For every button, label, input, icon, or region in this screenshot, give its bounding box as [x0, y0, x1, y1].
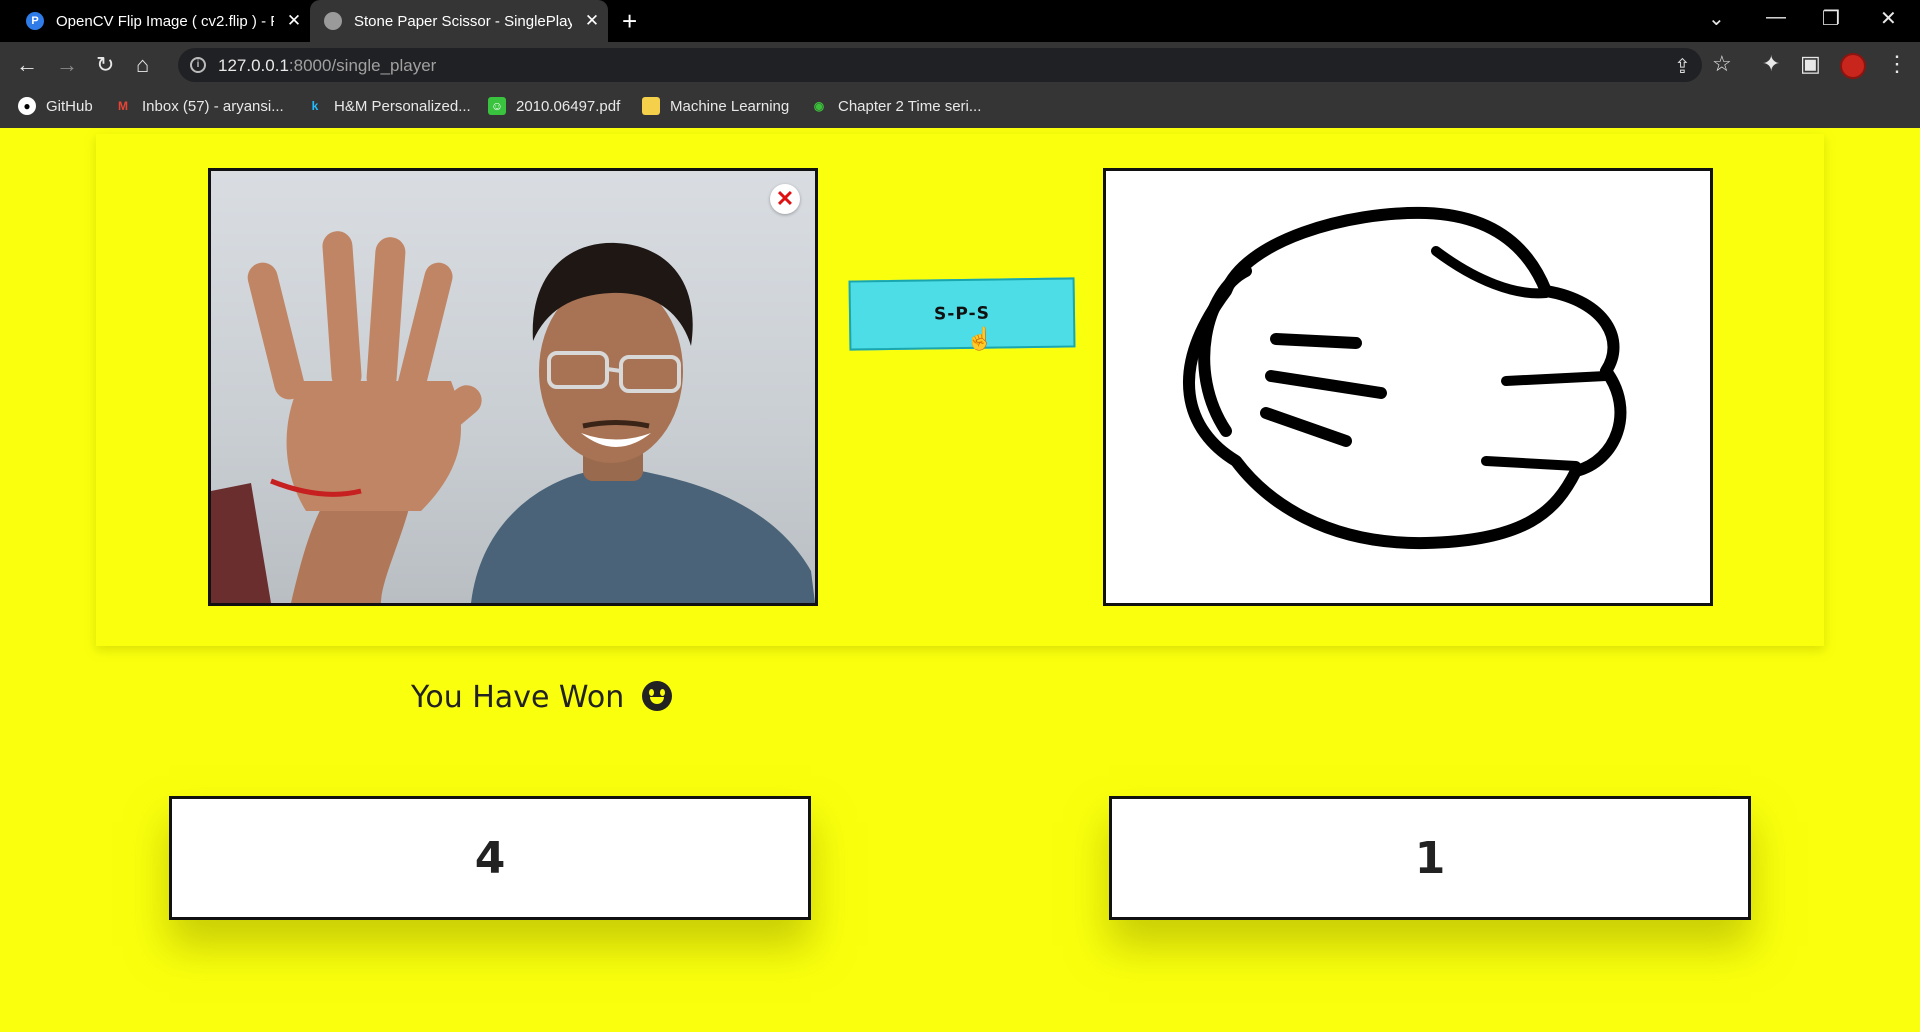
forward-icon[interactable]: → — [56, 52, 78, 78]
reload-icon[interactable]: ↻ — [96, 52, 114, 78]
address-bar[interactable]: i 127.0.0.1:8000/single_player ⇪ — [178, 48, 1702, 82]
pdf-icon: ☺ — [488, 97, 506, 115]
bookmark-label: Machine Learning — [670, 97, 790, 115]
webcam-person-image — [211, 231, 815, 603]
link-icon: ◉ — [813, 99, 825, 113]
new-tab-button[interactable]: + — [622, 8, 637, 34]
result-message: You Have Won — [411, 680, 672, 715]
close-tab-icon[interactable]: ✕ — [582, 11, 602, 31]
bookmark-pdf[interactable]: ☺ 2010.06497.pdf — [488, 97, 620, 115]
gmail-icon: M — [118, 99, 128, 113]
bookmark-label: Inbox (57) - aryansi... — [142, 97, 284, 115]
player-score: 4 — [474, 832, 506, 884]
tab-search-icon[interactable]: ⌄ — [1708, 6, 1725, 31]
minimize-button[interactable]: — — [1766, 6, 1786, 29]
share-icon[interactable]: ⇪ — [1674, 54, 1691, 79]
computer-choice-card — [1103, 168, 1713, 606]
url-text: 127.0.0.1:8000/single_player — [218, 56, 437, 75]
bookmarks-bar: ● GitHub M Inbox (57) - aryansi... k H&M… — [0, 88, 1920, 128]
webcam-feed — [208, 168, 818, 606]
home-icon[interactable]: ⌂ — [136, 52, 149, 78]
tab-title: Stone Paper Scissor - SinglePlaye — [354, 12, 572, 30]
bookmark-star-icon[interactable]: ☆ — [1712, 51, 1732, 77]
menu-icon[interactable]: ⋮ — [1886, 51, 1908, 77]
extensions-icon[interactable]: ✦ — [1762, 51, 1780, 77]
bookmark-hm[interactable]: k H&M Personalized... — [306, 97, 471, 115]
folder-icon: ▮ — [642, 97, 660, 115]
github-icon: ● — [18, 97, 36, 115]
computer-score: 1 — [1414, 832, 1446, 884]
play-sps-button[interactable]: S-P-S — [848, 277, 1076, 351]
tab-opencv[interactable]: P OpenCV Flip Image ( cv2.flip ) - P ✕ — [14, 0, 310, 42]
side-panel-icon[interactable]: ▣ — [1800, 51, 1821, 77]
bookmark-label: GitHub — [46, 97, 93, 115]
kaggle-icon: k — [311, 99, 319, 113]
restore-button[interactable]: ❐ — [1822, 6, 1840, 31]
bookmark-label: H&M Personalized... — [334, 97, 471, 115]
bookmark-machine-learning[interactable]: ▮ Machine Learning — [642, 97, 789, 115]
browser-toolbar: ← → ↻ ⌂ i 127.0.0.1:8000/single_player ⇪… — [0, 42, 1920, 88]
hand-cursor-icon: ☝ — [966, 326, 994, 351]
close-tab-icon[interactable]: ✕ — [284, 11, 304, 31]
close-webcam-button[interactable]: ✕ — [770, 184, 800, 214]
bookmark-inbox[interactable]: M Inbox (57) - aryansi... — [114, 97, 284, 115]
back-icon[interactable]: ← — [16, 52, 38, 78]
bookmark-label: Chapter 2 Time seri... — [838, 97, 982, 115]
computer-score-box: 1 — [1109, 796, 1751, 920]
result-text: You Have Won — [411, 680, 625, 715]
bookmark-github[interactable]: ● GitHub — [18, 97, 93, 115]
player-score-box: 4 — [169, 796, 811, 920]
profile-avatar[interactable] — [1840, 53, 1866, 79]
globe-icon — [324, 12, 342, 30]
page-content: ✕ S-P-S ☝ You Have Won 4 1 — [0, 128, 1920, 1032]
smiley-icon — [641, 681, 672, 711]
tab-strip: P OpenCV Flip Image ( cv2.flip ) - P ✕ S… — [0, 0, 1920, 42]
stone-fist-icon — [1183, 206, 1627, 550]
tab-title: OpenCV Flip Image ( cv2.flip ) - P — [56, 12, 274, 30]
pyimagesearch-icon: P — [26, 12, 44, 30]
site-info-icon[interactable]: i — [190, 57, 206, 73]
close-window-button[interactable]: ✕ — [1880, 6, 1897, 31]
bookmark-label: 2010.06497.pdf — [516, 97, 621, 115]
tab-stone-paper-scissor[interactable]: Stone Paper Scissor - SinglePlaye ✕ — [310, 0, 608, 42]
bookmark-chapter2[interactable]: ◉ Chapter 2 Time seri... — [810, 97, 982, 115]
